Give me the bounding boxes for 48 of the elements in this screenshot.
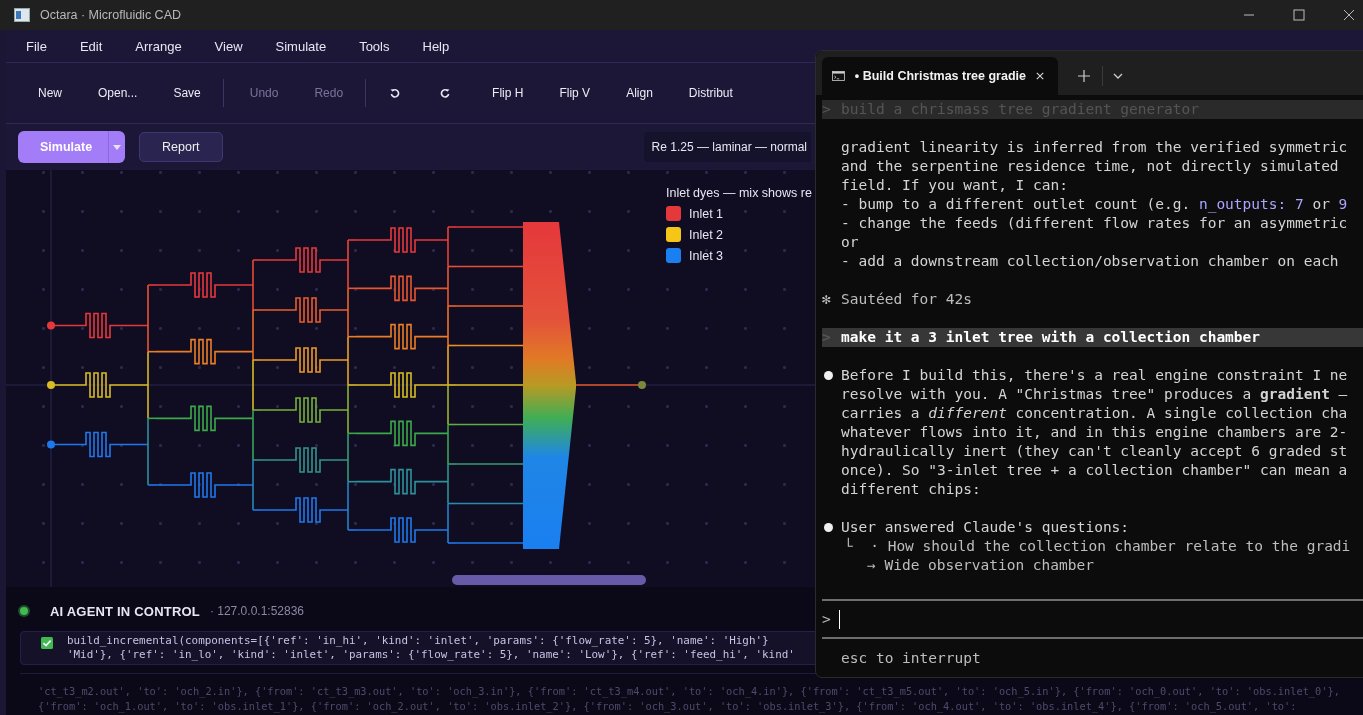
toolbar-button[interactable]: Save (165, 80, 209, 106)
menu-item[interactable]: Arrange (135, 38, 182, 54)
terminal-tab[interactable]: • Build Christmas tree gradie (822, 57, 1058, 95)
toolbar-button[interactable]: Distribut (680, 80, 733, 106)
assistant-text: gradient linearity is inferred from the verified symmetric and the serpentine residence time, not directly simulated field. If you want, I can: - bump to a different outlet count (e.g. n_outputs: 7 or 9 - change the feeds (different flow rates for an asymmetric or - add a downstream collection/observation chamber on each (840, 138, 1349, 271)
menu-item[interactable]: Tools (359, 38, 390, 54)
outlet-channel (575, 381, 646, 389)
spinner-glyph: ✻ (822, 290, 832, 309)
legend-label: Inlet 3 (689, 248, 724, 263)
toolbar-button[interactable]: Flip H (484, 80, 532, 106)
legend-label: Inlet 2 (689, 227, 724, 242)
menu-item[interactable]: File (26, 38, 47, 54)
legend-label: Inlet 1 (689, 206, 724, 221)
answer-line: └ · How should the collection chamber relate to the gradi (844, 537, 1351, 556)
window-title: Octara · Microfluidic CAD (40, 8, 181, 22)
legend-title: Inlet dyes — mix shows re (666, 186, 813, 200)
chevron-down-icon[interactable] (1113, 73, 1123, 79)
toolbar-button[interactable]: New (30, 80, 70, 106)
toolbar-button[interactable]: Align (618, 80, 661, 106)
assistant-message: Before I build this, there's a real engine constraint I ne resolve with you. A "Christmas tree" produces a gradient — carries a different concentration. A single collection cha whatever flows into it, and in this engine chambers are 2- hydraulically inert (they can't cleanly accept 6 graded st once). So "3-inlet tree + a collection chamber" can mean a different chips: (841, 366, 1348, 499)
new-tab-icon[interactable] (1078, 70, 1090, 82)
footer-hint: esc to interrupt (840, 649, 982, 668)
text-cursor (838, 609, 840, 629)
status-text: Sautéed for 42s (841, 290, 972, 309)
agent-address: · 127.0.0.1:52836 (209, 604, 304, 618)
close-icon[interactable] (1035, 71, 1044, 81)
flow-status: Re 1.25 — laminar — normal (643, 132, 811, 162)
user-prompt: > make it a 3 inlet tree with a collection chamber (822, 328, 1363, 347)
bullet-icon (824, 371, 833, 380)
maximize-icon[interactable] (1293, 9, 1305, 21)
menu-item[interactable]: Help (422, 38, 450, 54)
menu-item[interactable]: Edit (79, 38, 103, 54)
bullet-icon (824, 523, 833, 532)
report-button[interactable]: Report (139, 132, 223, 162)
menu-item[interactable]: View (214, 38, 243, 54)
rotate-icon (440, 88, 451, 98)
toolbar-button[interactable]: Open... (90, 80, 146, 106)
app-icon (14, 8, 30, 22)
prompt-input[interactable]: > (822, 599, 1363, 639)
close-icon[interactable] (1343, 9, 1355, 21)
answer-line: → Wide observation chamber (867, 556, 1095, 575)
scrollbar-thumb[interactable] (452, 575, 646, 585)
agent-label: AI AGENT IN CONTROL (50, 603, 200, 619)
rotate-icon (390, 88, 401, 98)
terminal-icon (832, 70, 845, 82)
assistant-message: User answered Claude's questions: (841, 518, 1131, 537)
toolbar-button[interactable]: Flip V (551, 80, 599, 106)
menu-item[interactable]: Simulate (275, 38, 327, 54)
